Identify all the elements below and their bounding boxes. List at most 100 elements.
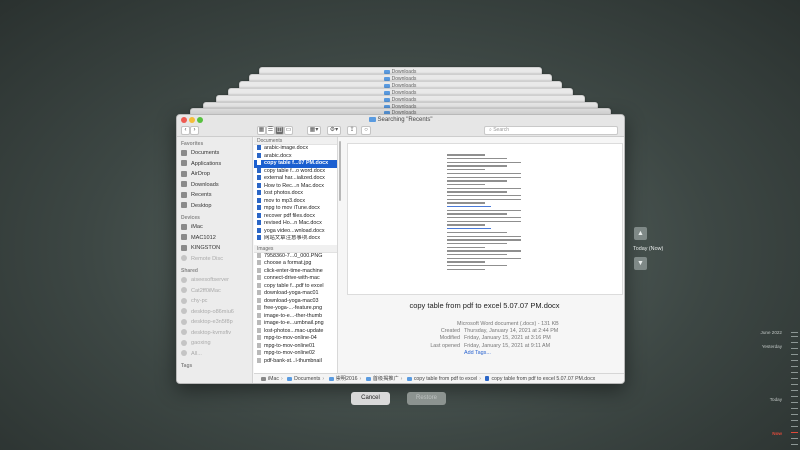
sidebar-shared-header: Shared (181, 268, 198, 274)
share-button[interactable]: ⇪ (347, 126, 357, 135)
path-item[interactable]: Documents (294, 376, 320, 382)
path-item[interactable]: 崇明2016 (336, 376, 358, 382)
sidebar-item-applications[interactable]: Applications (177, 159, 252, 170)
image-row[interactable]: mpg-to-mov-online01 (254, 343, 337, 351)
image-file-icon (257, 320, 261, 326)
add-tags-link[interactable]: Add Tags... (464, 350, 491, 357)
file-name: revised Ho...n Mac.docx (264, 220, 322, 226)
list-view-button[interactable]: ☰ (266, 126, 275, 135)
preview-pane: copy table from pdf to excel 5.07.07 PM.… (343, 137, 624, 373)
sidebar-item-desktop[interactable]: Desktop (177, 201, 252, 212)
image-row[interactable]: image-to-e...umbnail.png (254, 320, 337, 328)
document-row[interactable]: How to Rec...n Mac.docx (254, 183, 337, 191)
sidebar-item-shared[interactable]: aiseesoftserver (177, 275, 252, 286)
older-arrow-button[interactable]: ▲ (634, 227, 647, 240)
image-row[interactable]: pdf-bank-st...l-thumbnail (254, 358, 337, 366)
cancel-button[interactable]: Cancel (351, 392, 390, 405)
sidebar-item-imac[interactable]: iMac (177, 222, 252, 233)
document-row[interactable]: copy table f...o word.docx (254, 168, 337, 176)
image-file-icon (257, 350, 261, 356)
icon-view-button[interactable]: ▦ (257, 126, 266, 135)
document-row[interactable]: recover pdf files.docx (254, 213, 337, 221)
timeline-now-label[interactable]: Now (772, 431, 782, 436)
image-row[interactable]: download-yoga-mac03 (254, 298, 337, 306)
image-row[interactable]: connect-drive-with-mac (254, 275, 337, 283)
sidebar-item-shared[interactable]: chy-pc (177, 296, 252, 307)
network-icon (181, 350, 187, 357)
timeline-label[interactable]: Today (770, 397, 782, 402)
image-row[interactable]: mpg-to-mov-online-04 (254, 335, 337, 343)
image-row[interactable]: download-yoga-mac01 (254, 290, 337, 298)
document-row[interactable]: mpg to mov iTune.docx (254, 205, 337, 213)
network-computer-icon (181, 329, 187, 336)
sidebar-item-shared[interactable]: desktop-kvmsfiv (177, 328, 252, 339)
document-row[interactable]: 网站文章注意事项.docx (254, 235, 337, 243)
network-computer-icon (181, 287, 187, 294)
gallery-view-button[interactable]: ▭ (284, 126, 293, 135)
sidebar-item-documents[interactable]: Documents (177, 148, 252, 159)
document-row[interactable]: mov to mp3.docx (254, 198, 337, 206)
images-header: Images (254, 244, 337, 253)
minimize-button[interactable] (189, 117, 195, 123)
sidebar-item-recents[interactable]: Recents (177, 190, 252, 201)
image-row[interactable]: copy table f...pdf to excel (254, 283, 337, 291)
backup-timeline[interactable]: June 2022 Yesterday Today Now (756, 330, 800, 450)
sidebar-item-shared[interactable]: Cat2ff0iMac (177, 286, 252, 297)
sidebar-item-airdrop[interactable]: AirDrop (177, 169, 252, 180)
zoom-button[interactable] (197, 117, 203, 123)
image-row[interactable]: free-yoga-...-feature.png (254, 305, 337, 313)
sidebar-item-shared[interactable]: gaoxing (177, 338, 252, 349)
close-button[interactable] (181, 117, 187, 123)
image-row[interactable]: lost-photos...mac-update (254, 328, 337, 336)
sidebar-favorites-header: Favorites (181, 141, 204, 147)
sidebar-item-shared-all[interactable]: All... (177, 349, 252, 360)
path-item[interactable]: copy table from pdf to excel 5.07.07 PM.… (491, 376, 595, 382)
path-item[interactable]: copy table from pdf to excel (414, 376, 477, 382)
document-row[interactable]: yoga video...wnload.docx (254, 228, 337, 236)
image-row[interactable]: image-to-e...-ther-thumb (254, 313, 337, 321)
column-view-button[interactable]: ◫ (275, 126, 284, 135)
sidebar-item-downloads[interactable]: Downloads (177, 180, 252, 191)
word-document-icon (257, 167, 261, 173)
network-computer-icon (181, 276, 187, 283)
timeline-label[interactable]: June 2022 (761, 330, 782, 335)
sidebar-item-mac1012[interactable]: MAC1012 (177, 233, 252, 244)
document-row[interactable]: lost photos.docx (254, 190, 337, 198)
file-name: connect-drive-with-mac (264, 275, 320, 281)
scrollbar[interactable] (338, 137, 342, 227)
clock-icon (181, 191, 187, 198)
image-row[interactable]: mpg-to-mov-online02 (254, 350, 337, 358)
search-field[interactable]: ⌕ Search (484, 126, 618, 135)
document-row[interactable]: copy table f...07 PM.docx (254, 160, 337, 168)
tag-button[interactable]: ○ (361, 126, 371, 135)
disc-icon (181, 255, 187, 262)
forward-button[interactable]: › (190, 126, 199, 135)
timeline-label[interactable]: Yesterday (762, 344, 782, 349)
file-name: 7958360-7...0_000.PNG (264, 252, 323, 259)
sidebar-item-remote-disc[interactable]: Remote Disc (177, 254, 252, 265)
action-gear-button[interactable]: ⚙▾ (327, 126, 341, 135)
file-name: download-yoga-mac01 (264, 290, 319, 296)
document-row[interactable]: revised Ho...n Mac.docx (254, 220, 337, 228)
path-item[interactable]: iMac (268, 376, 279, 382)
sidebar-item-kingston[interactable]: KINGSTON (177, 243, 252, 254)
image-row[interactable]: choose a format.jpg (254, 260, 337, 268)
newer-arrow-button[interactable]: ▼ (634, 257, 647, 270)
network-computer-icon (181, 318, 187, 325)
image-row[interactable]: click-enter-time-machine (254, 268, 337, 276)
path-item[interactable]: 首级揭推广 (373, 376, 399, 382)
sidebar-item-shared[interactable]: desktop-o86miu6 (177, 307, 252, 318)
back-button[interactable]: ‹ (181, 126, 190, 135)
path-bar: iMac › Documents › 崇明2016 › 首级揭推广 › copy tab… (254, 373, 624, 383)
image-file-icon (257, 267, 261, 273)
restore-button[interactable]: Restore (407, 392, 446, 405)
image-row[interactable]: 7958360-7...0_000.PNG (254, 253, 337, 261)
network-computer-icon (181, 297, 187, 304)
document-row[interactable]: external har...ialized.docx (254, 175, 337, 183)
finder-window: Searching "Recents" ‹ › ▦ ☰ ◫ ▭ ▦▾ ⚙▾ ⇪ … (176, 114, 625, 384)
sidebar-item-shared[interactable]: desktop-e3n5f8p (177, 317, 252, 328)
document-row[interactable]: arabic-image.docx (254, 145, 337, 153)
group-button[interactable]: ▦▾ (307, 126, 321, 135)
document-row[interactable]: arabic.docx (254, 153, 337, 161)
download-icon (181, 181, 187, 188)
